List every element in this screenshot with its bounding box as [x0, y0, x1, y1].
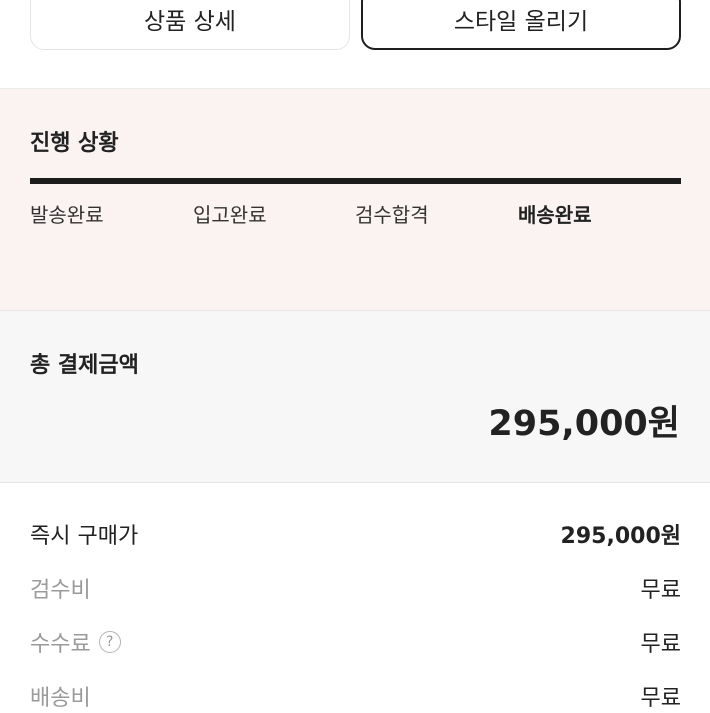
step-warehoused: 입고완료 [193, 203, 267, 227]
row-label: 즉시 구매가 [30, 524, 139, 549]
breakdown-row-commission: 수수료 ? 무료 [30, 625, 681, 659]
row-label: 배송비 [30, 686, 91, 711]
row-label-wrap: 수수료 ? [30, 626, 121, 658]
breakdown-row-shipping-fee: 배송비 무료 [30, 679, 681, 713]
progress-title: 진행 상황 [30, 131, 119, 156]
question-circle-icon[interactable]: ? [98, 631, 121, 653]
upload-style-button[interactable]: 스타일 올리기 [361, 0, 681, 50]
total-payment-label: 총 결제금액 [30, 353, 139, 378]
progress-bar [30, 178, 681, 184]
row-value: 295,000원 [560, 524, 681, 549]
step-inspection-passed: 검수합격 [355, 203, 429, 227]
divider [0, 482, 710, 483]
breakdown-row-instant-price: 즉시 구매가 295,000원 [30, 517, 681, 551]
row-value: 무료 [640, 632, 681, 657]
row-label: 수수료 [30, 632, 91, 657]
product-detail-button[interactable]: 상품 상세 [30, 0, 350, 50]
total-payment-amount: 295,000원 [488, 404, 680, 444]
total-payment-section: 총 결제금액 295,000원 [0, 311, 710, 482]
progress-section: 진행 상황 발송완료 입고완료 검수합격 배송완료 [0, 89, 710, 310]
row-label: 검수비 [30, 578, 91, 603]
step-shipped: 발송완료 [30, 203, 104, 227]
row-value: 무료 [640, 686, 681, 711]
breakdown-row-inspection-fee: 검수비 무료 [30, 571, 681, 605]
row-value: 무료 [640, 578, 681, 603]
step-delivered: 배송완료 [518, 203, 592, 227]
